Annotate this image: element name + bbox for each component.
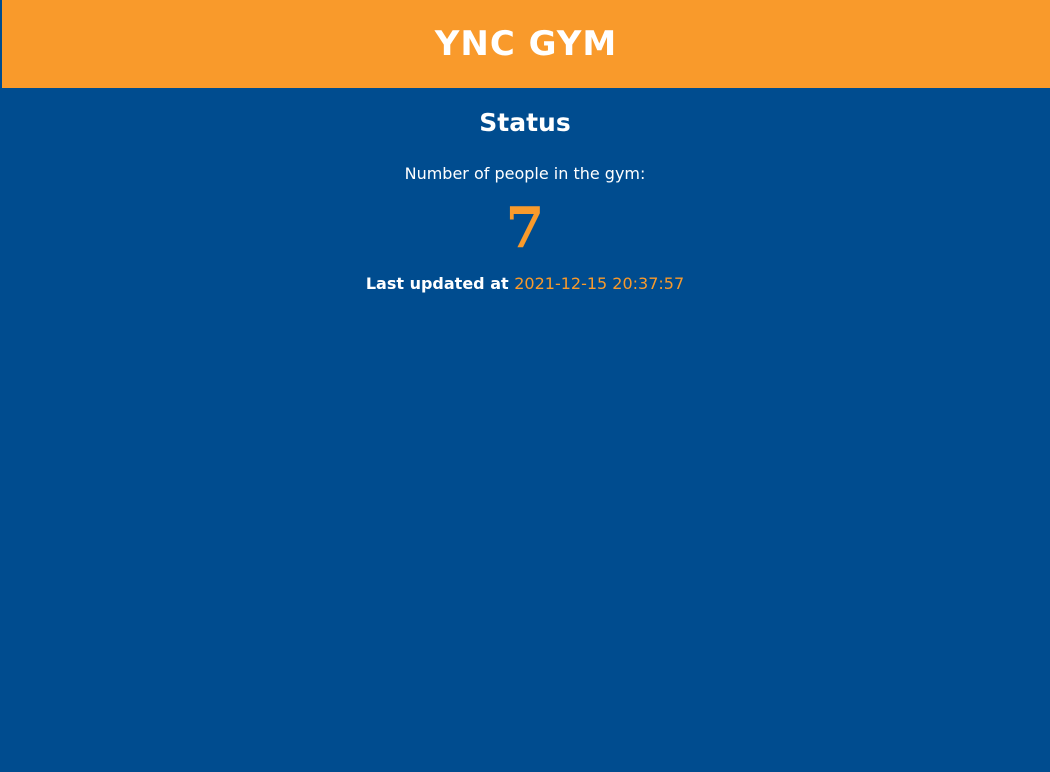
- site-title: YNC GYM: [434, 24, 618, 64]
- last-updated-label: Last updated at: [365, 274, 509, 293]
- people-count-label: Number of people in the gym:: [404, 164, 646, 183]
- last-updated-timestamp: 2021-12-15 20:37:57: [514, 274, 685, 293]
- status-heading: Status: [479, 108, 571, 137]
- people-count-value: 7: [505, 195, 545, 261]
- last-updated-text: Last updated at 2021-12-15 20:37:57: [0, 274, 1050, 293]
- site-header: YNC GYM: [2, 0, 1050, 88]
- status-panel: Status Number of people in the gym: 7 La…: [0, 88, 1050, 772]
